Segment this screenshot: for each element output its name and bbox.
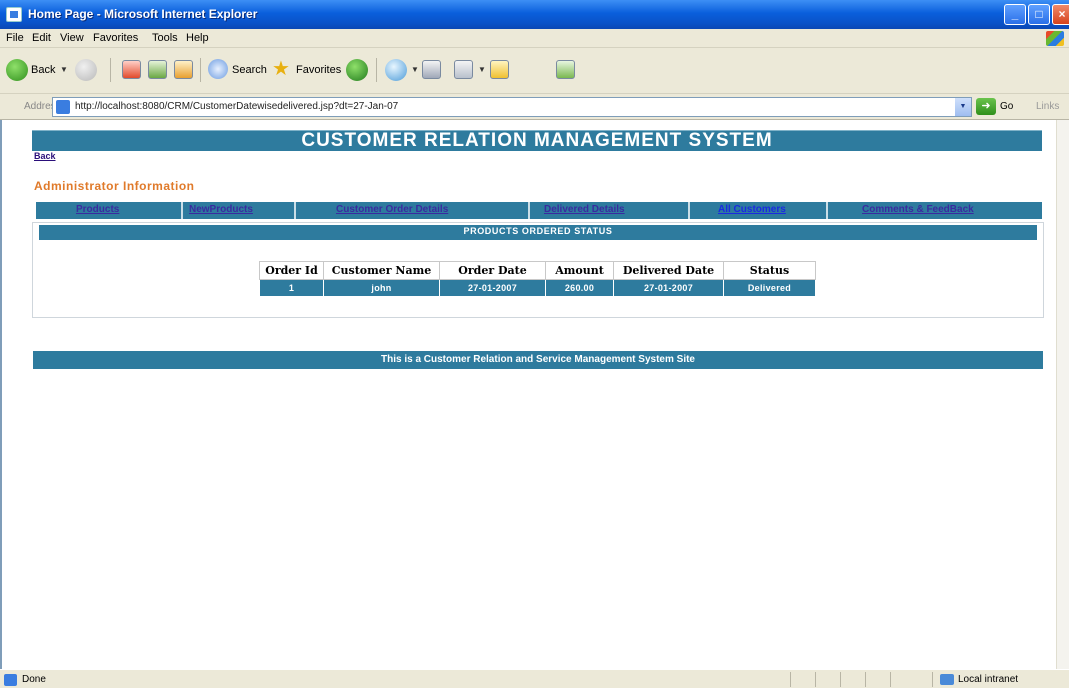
media-icon[interactable]	[346, 59, 368, 81]
address-input[interactable]: http://localhost:8080/CRM/CustomerDatewi…	[52, 97, 972, 117]
status-divider	[932, 672, 933, 687]
security-zone-label: Local intranet	[958, 674, 1019, 685]
go-arrow-icon[interactable]: ➜	[976, 98, 996, 115]
cell-customer-name: john	[323, 279, 440, 297]
cell-order-id: 1	[259, 279, 324, 297]
admin-heading: Administrator Information	[34, 179, 195, 193]
refresh-icon[interactable]	[148, 60, 167, 79]
menu-edit[interactable]: Edit	[32, 32, 51, 44]
orders-status-title: PRODUCTS ORDERED STATUS	[463, 226, 613, 236]
table-header-row: Order Id Customer Name Order Date Amount…	[259, 261, 816, 280]
col-status: Status	[723, 261, 816, 280]
menu-file[interactable]: File	[6, 32, 24, 44]
nav-newproducts[interactable]: NewProducts	[189, 204, 253, 215]
go-button[interactable]: Go	[1000, 101, 1013, 112]
minimize-button[interactable]: _	[1004, 4, 1026, 25]
nav-divider	[528, 202, 530, 219]
browser-window: Home Page - Microsoft Internet Explorer …	[0, 0, 1069, 688]
nav-bar: Products NewProducts Customer Order Deta…	[36, 202, 1042, 219]
title-bar[interactable]: Home Page - Microsoft Internet Explorer …	[0, 0, 1069, 29]
history-icon[interactable]	[385, 59, 407, 81]
forward-arrow-icon[interactable]	[75, 59, 97, 81]
menu-help[interactable]: Help	[186, 32, 209, 44]
discuss-icon[interactable]	[490, 60, 509, 79]
col-order-id: Order Id	[259, 261, 324, 280]
nav-divider	[294, 202, 296, 219]
col-order-date: Order Date	[439, 261, 546, 280]
page-done-icon	[4, 674, 17, 686]
home-icon[interactable]	[174, 60, 193, 79]
back-arrow-icon[interactable]	[6, 59, 28, 81]
cell-status: Delivered	[723, 279, 816, 297]
table-row: 1 john 27-01-2007 260.00 27-01-2007 Deli…	[259, 279, 816, 297]
col-amount: Amount	[545, 261, 614, 280]
edit-dropdown-icon[interactable]: ▼	[478, 65, 486, 74]
header-bar: CUSTOMER RELATION MANAGEMENT SYSTEM	[32, 130, 1042, 151]
history-dropdown-icon[interactable]: ▼	[411, 65, 419, 74]
menu-view[interactable]: View	[60, 32, 84, 44]
address-dropdown-icon[interactable]: ▼	[955, 98, 971, 116]
status-divider	[815, 672, 816, 687]
toolbar: Back ▼ Search ★ Favorites ▼ ▼	[0, 48, 1069, 94]
menu-bar: File Edit View Favorites Tools Help	[0, 29, 1069, 48]
cell-order-date: 27-01-2007	[439, 279, 546, 297]
toolbar-separator	[376, 58, 377, 82]
status-bar: Done Local intranet	[0, 669, 1069, 688]
orders-table: Order Id Customer Name Order Date Amount…	[259, 261, 816, 297]
nav-products[interactable]: Products	[76, 204, 119, 215]
intranet-zone-icon	[940, 674, 954, 685]
menu-favorites[interactable]: Favorites	[93, 32, 138, 44]
address-bar: Address http://localhost:8080/CRM/Custom…	[0, 94, 1069, 120]
search-button-label[interactable]: Search	[232, 64, 267, 76]
back-dropdown-icon[interactable]: ▼	[60, 65, 68, 74]
address-url[interactable]: http://localhost:8080/CRM/CustomerDatewi…	[75, 101, 398, 112]
col-customer-name: Customer Name	[323, 261, 440, 280]
nav-divider	[688, 202, 690, 219]
ie-icon	[6, 7, 22, 22]
search-icon[interactable]	[208, 59, 228, 79]
status-divider	[890, 672, 891, 687]
nav-all-customers[interactable]: All Customers	[718, 204, 786, 215]
windows-logo-icon	[1046, 31, 1064, 46]
nav-divider	[826, 202, 828, 219]
footer-bar: This is a Customer Relation and Service …	[33, 351, 1043, 369]
maximize-button[interactable]: □	[1028, 4, 1050, 25]
page-title: CUSTOMER RELATION MANAGEMENT SYSTEM	[301, 130, 773, 151]
nav-customer-order-details[interactable]: Customer Order Details	[336, 204, 448, 215]
status-text: Done	[22, 674, 46, 685]
status-divider	[840, 672, 841, 687]
status-divider	[790, 672, 791, 687]
status-divider	[865, 672, 866, 687]
nav-comments-feedback[interactable]: Comments & FeedBack	[862, 204, 974, 215]
menu-tools[interactable]: Tools	[152, 32, 178, 44]
back-link[interactable]: Back	[34, 151, 56, 161]
favorites-button-label[interactable]: Favorites	[296, 64, 341, 76]
links-button[interactable]: Links	[1036, 101, 1059, 112]
toolbar-separator	[110, 58, 111, 82]
stop-icon[interactable]	[122, 60, 141, 79]
back-button-label[interactable]: Back	[31, 64, 55, 76]
nav-delivered-details[interactable]: Delivered Details	[544, 204, 625, 215]
nav-divider	[181, 202, 183, 219]
close-button[interactable]: ×	[1052, 4, 1069, 25]
page-content: CUSTOMER RELATION MANAGEMENT SYSTEM Back…	[0, 120, 1056, 669]
footer-text: This is a Customer Relation and Service …	[381, 354, 695, 365]
col-delivered-date: Delivered Date	[613, 261, 724, 280]
messenger-icon[interactable]	[556, 60, 575, 79]
page-icon	[56, 100, 70, 114]
cell-amount: 260.00	[545, 279, 614, 297]
toolbar-separator	[200, 58, 201, 82]
window-title: Home Page - Microsoft Internet Explorer	[28, 7, 258, 21]
favorites-star-icon[interactable]: ★	[272, 56, 290, 81]
cell-delivered-date: 27-01-2007	[613, 279, 724, 297]
orders-status-panel: PRODUCTS ORDERED STATUS Order Id Custome…	[32, 222, 1044, 318]
edit-icon[interactable]	[454, 60, 473, 79]
orders-status-bar: PRODUCTS ORDERED STATUS	[39, 225, 1037, 240]
print-icon[interactable]	[422, 60, 441, 79]
vertical-scrollbar[interactable]	[1056, 120, 1069, 669]
